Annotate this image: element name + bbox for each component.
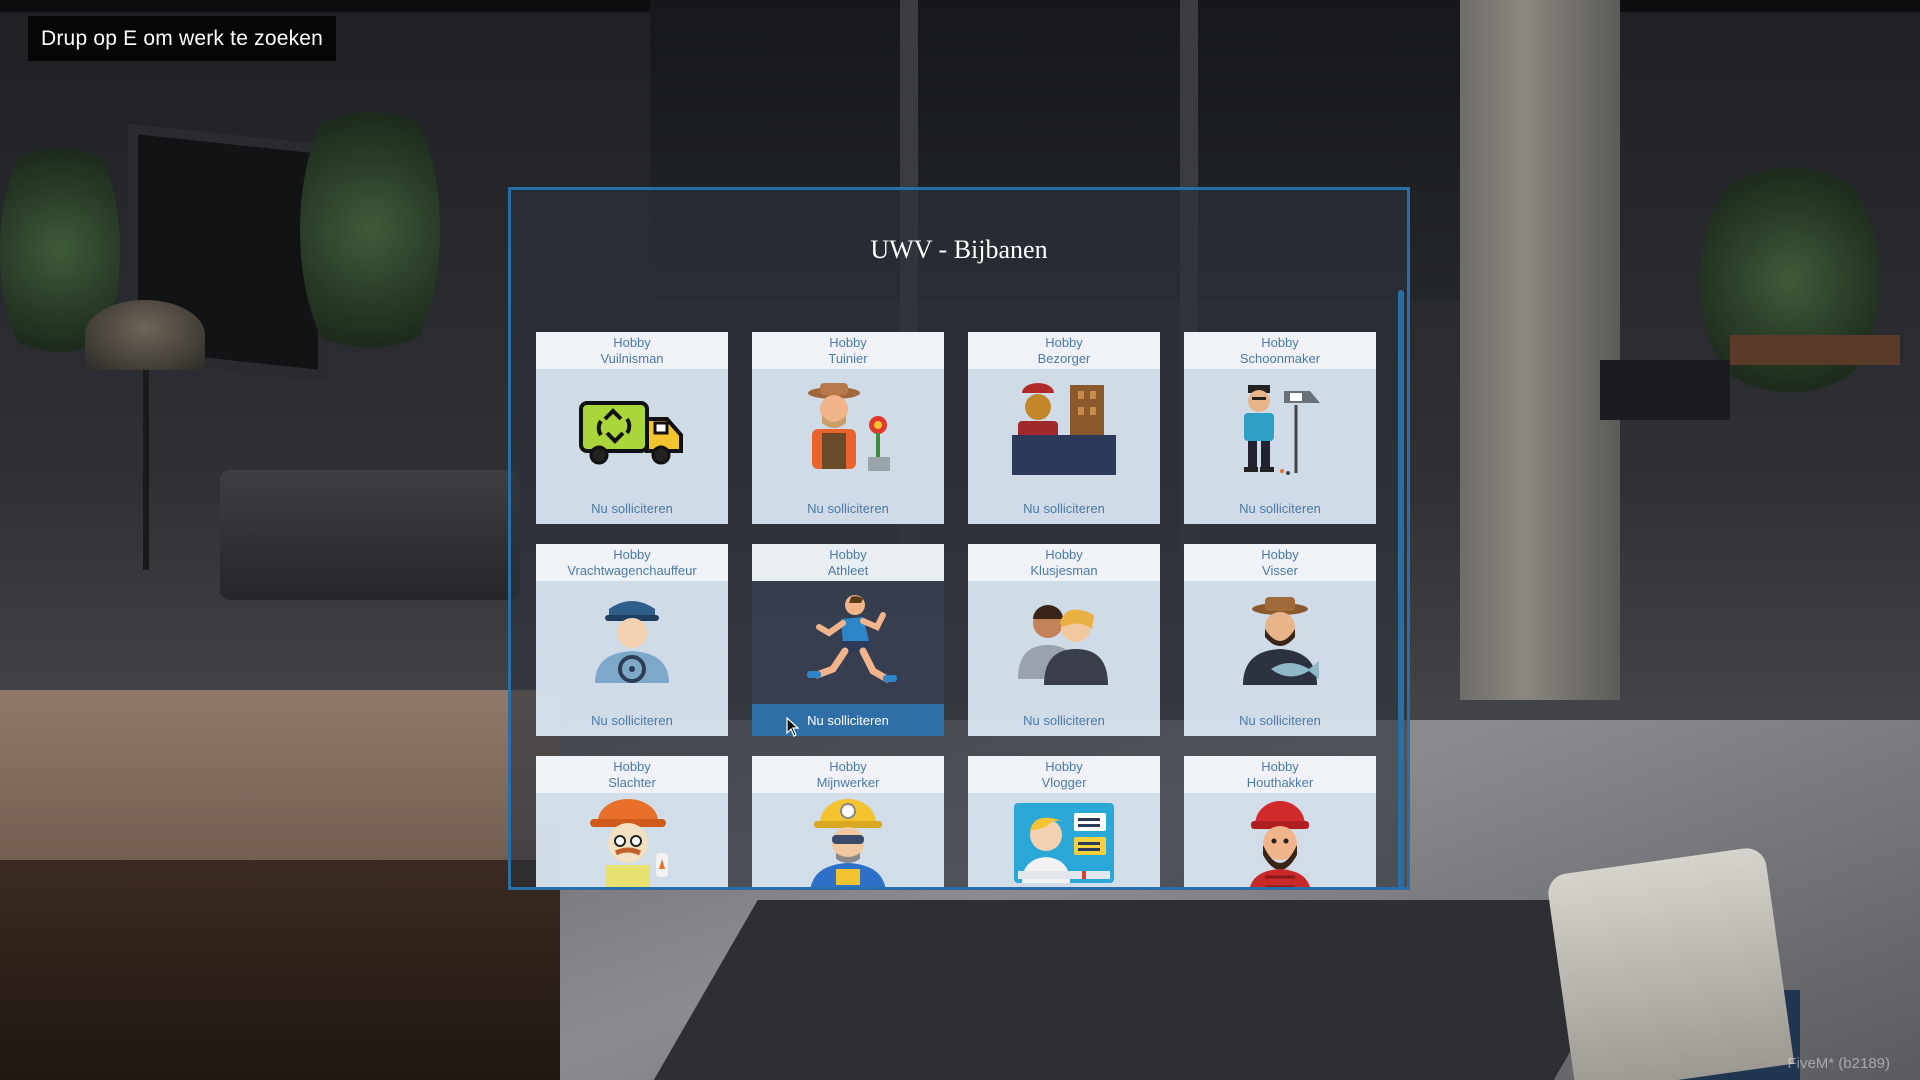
apply-button[interactable]: Nu solliciteren: [536, 492, 728, 524]
job-card-athleet[interactable]: Hobby Athleet Nu solliciteren: [752, 544, 944, 736]
apply-button[interactable]: Nu solliciteren: [968, 704, 1160, 736]
apply-button[interactable]: Nu solliciteren: [1184, 704, 1376, 736]
desk-front: [0, 860, 560, 1080]
interaction-hint: Drup op E om werk te zoeken: [28, 16, 337, 61]
sofa: [220, 470, 520, 600]
job-card-vuilnisman[interactable]: Hobby Vuilnisman Nu solliciteren: [536, 332, 728, 524]
trash-bin: [1545, 845, 1795, 1080]
cleaner-icon: [1184, 369, 1376, 489]
panel-title: UWV - Bijbanen: [870, 235, 1048, 264]
job-category: Hobby: [1045, 759, 1083, 774]
mouse-cursor-icon: [786, 717, 800, 737]
job-card-slachter[interactable]: Hobby Slachter: [536, 756, 728, 887]
handyman-icon: [968, 581, 1160, 701]
garbage-truck-icon: [536, 369, 728, 489]
job-card-header: Hobby Visser: [1184, 544, 1376, 581]
job-card-vlogger[interactable]: Hobby Vlogger: [968, 756, 1160, 887]
job-card-header: Hobby Athleet: [752, 544, 944, 581]
job-category: Hobby: [613, 335, 651, 350]
butcher-icon: [536, 793, 728, 887]
lamp-pole: [143, 370, 149, 570]
job-name: Vrachtwagenchauffeur: [567, 563, 697, 578]
job-card-header: Hobby Houthakker: [1184, 756, 1376, 793]
job-center-panel: UWV - Bijbanen Hobby Vuilnisman Nu solli…: [508, 187, 1410, 890]
delivery-person-icon: [968, 369, 1160, 489]
job-card-header: Hobby Tuinier: [752, 332, 944, 369]
pillar: [1460, 0, 1620, 700]
job-name: Slachter: [608, 775, 656, 790]
gardener-icon: [752, 369, 944, 489]
job-name: Tuinier: [828, 351, 868, 366]
job-card-header: Hobby Vuilnisman: [536, 332, 728, 369]
lumberjack-icon: [1184, 793, 1376, 887]
job-category: Hobby: [1045, 335, 1083, 350]
apply-button[interactable]: Nu solliciteren: [752, 704, 944, 736]
plant: [300, 80, 440, 380]
apply-button[interactable]: Nu solliciteren: [536, 704, 728, 736]
job-card-header: Hobby Klusjesman: [968, 544, 1160, 581]
job-card-header: Hobby Vrachtwagenchauffeur: [536, 544, 728, 581]
job-card-schoonmaker[interactable]: Hobby Schoonmaker Nu solliciteren: [1184, 332, 1376, 524]
carpet: [642, 900, 1658, 1080]
job-card-tuinier[interactable]: Hobby Tuinier Nu solliciteren: [752, 332, 944, 524]
job-name: Vuilnisman: [600, 351, 664, 366]
job-name: Mijnwerker: [816, 775, 880, 790]
fisherman-icon: [1184, 581, 1376, 701]
job-grid: Hobby Vuilnisman Nu solliciteren Hobby T…: [536, 332, 1376, 887]
job-category: Hobby: [1045, 547, 1083, 562]
job-name: Visser: [1262, 563, 1298, 578]
job-card-klusjesman[interactable]: Hobby Klusjesman Nu solliciteren: [968, 544, 1160, 736]
job-name: Vlogger: [1041, 775, 1087, 790]
job-card-header: Hobby Schoonmaker: [1184, 332, 1376, 369]
job-category: Hobby: [613, 759, 651, 774]
apply-button[interactable]: Nu solliciteren: [1184, 492, 1376, 524]
truck-driver-icon: [536, 581, 728, 701]
job-category: Hobby: [829, 335, 867, 350]
job-category: Hobby: [1261, 759, 1299, 774]
apply-button[interactable]: Nu solliciteren: [968, 492, 1160, 524]
job-card-header: Hobby Slachter: [536, 756, 728, 793]
job-category: Hobby: [829, 547, 867, 562]
job-card-mijnwerker[interactable]: Hobby Mijnwerker: [752, 756, 944, 887]
miner-icon: [752, 793, 944, 887]
job-card-bezorger[interactable]: Hobby Bezorger Nu solliciteren: [968, 332, 1160, 524]
scrollbar[interactable]: [1398, 290, 1404, 887]
job-name: Klusjesman: [1030, 563, 1098, 578]
job-card-header: Hobby Mijnwerker: [752, 756, 944, 793]
job-card-header: Hobby Bezorger: [968, 332, 1160, 369]
job-name: Bezorger: [1037, 351, 1091, 366]
job-name: Schoonmaker: [1239, 351, 1321, 366]
job-name: Athleet: [827, 563, 869, 578]
job-card-vrachtwagenchauffeur[interactable]: Hobby Vrachtwagenchauffeur Nu solliciter…: [536, 544, 728, 736]
job-name: Houthakker: [1246, 775, 1314, 790]
fivem-watermark: FiveM* (b2189): [1787, 1055, 1890, 1072]
side-table: [1730, 335, 1900, 365]
job-category: Hobby: [613, 547, 651, 562]
bench: [1600, 360, 1730, 420]
runner-icon: [752, 581, 944, 701]
apply-button[interactable]: Nu solliciteren: [752, 492, 944, 524]
job-category: Hobby: [829, 759, 867, 774]
job-card-houthakker[interactable]: Hobby Houthakker: [1184, 756, 1376, 887]
job-card-header: Hobby Vlogger: [968, 756, 1160, 793]
vlogger-icon: [968, 793, 1160, 887]
floor-lamp: [85, 300, 205, 370]
job-card-visser[interactable]: Hobby Visser Nu solliciteren: [1184, 544, 1376, 736]
job-category: Hobby: [1261, 335, 1299, 350]
job-category: Hobby: [1261, 547, 1299, 562]
